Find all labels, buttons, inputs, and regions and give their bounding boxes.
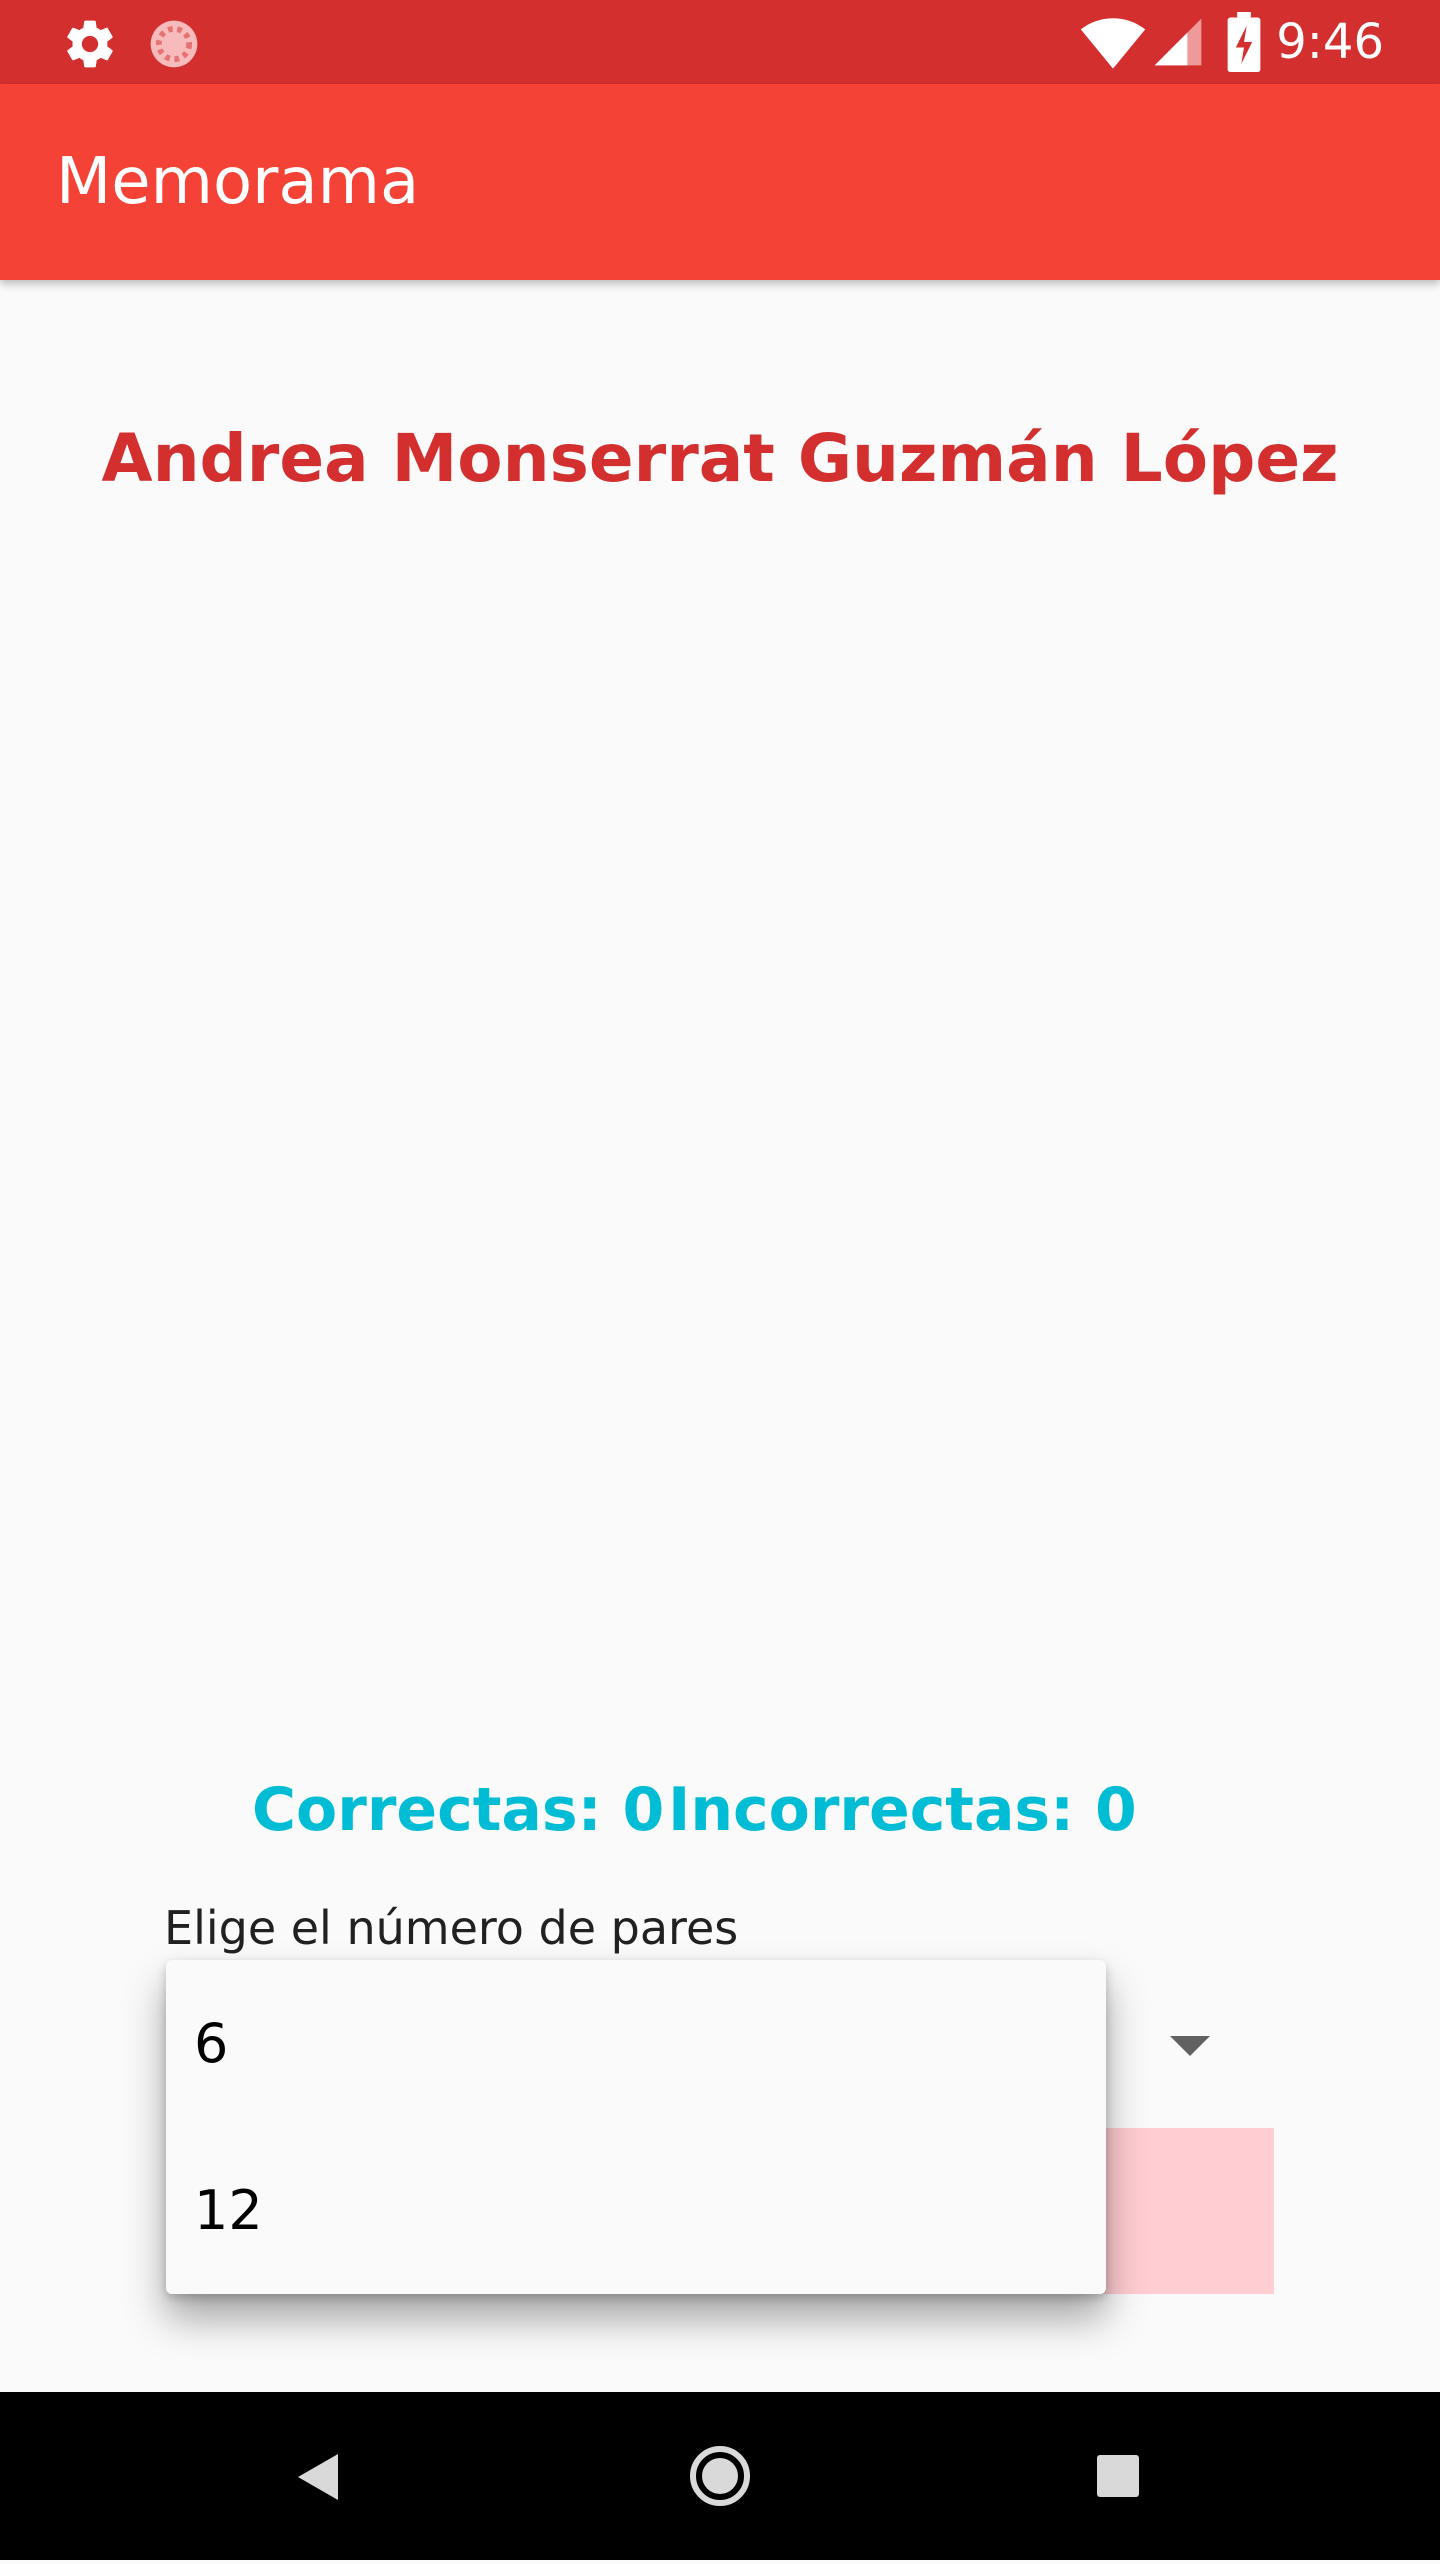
- app-title: Memorama: [56, 145, 420, 219]
- signal-icon: [1150, 14, 1206, 74]
- recents-icon[interactable]: [1034, 2392, 1202, 2560]
- pairs-dropdown-menu: 6 12: [166, 1960, 1106, 2294]
- player-name: Andrea Monserrat Guzmán López: [101, 420, 1339, 497]
- pairs-prompt-label: Elige el número de pares: [164, 1901, 739, 1955]
- navigation-bar: [0, 2392, 1440, 2560]
- back-icon[interactable]: [238, 2392, 406, 2560]
- battery-charging-icon: [1226, 12, 1262, 76]
- dropdown-arrow-icon[interactable]: [1170, 2036, 1210, 2056]
- dropdown-option-12[interactable]: 12: [166, 2127, 1106, 2294]
- home-icon[interactable]: [636, 2392, 804, 2560]
- correct-count: Correctas: 0: [252, 1775, 665, 1845]
- incorrect-count: Incorrectas: 0: [668, 1775, 1137, 1845]
- status-time: 9:46: [1276, 14, 1384, 70]
- app-bar: Memorama: [0, 84, 1440, 280]
- gear-icon: [62, 16, 118, 76]
- sync-icon: [146, 16, 202, 76]
- status-bar: 9:46: [0, 0, 1440, 84]
- wifi-icon: [1078, 14, 1148, 74]
- dropdown-option-6[interactable]: 6: [166, 1960, 1106, 2127]
